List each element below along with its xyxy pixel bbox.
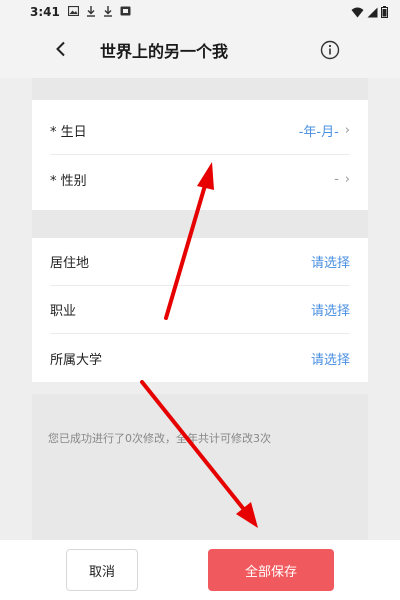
save-all-button[interactable]: 全部保存	[208, 549, 334, 591]
residence-value: 请选择	[310, 256, 350, 271]
edit-count-section: 您已成功进行了0次修改，全年共计可修改3次	[32, 394, 368, 540]
occupation-value: 请选择	[310, 304, 350, 319]
status-time: 3:41	[30, 5, 60, 19]
cancel-button[interactable]: 取消	[66, 549, 138, 591]
chevron-left-icon	[56, 41, 65, 57]
chevron-right-icon: ›	[344, 171, 350, 187]
residence-row[interactable]: 居住地 请选择	[50, 238, 350, 286]
bottom-action-bar: 取消 全部保存	[0, 540, 400, 600]
info-button[interactable]	[316, 36, 344, 64]
download-icon	[103, 5, 113, 19]
section-spacer	[32, 210, 368, 238]
gender-value-text: -	[334, 171, 339, 187]
optional-info-card: 居住地 请选择 职业 请选择 所属大学 请选择	[32, 238, 368, 382]
university-value: 请选择	[310, 352, 350, 368]
gender-value: - ›	[334, 172, 350, 187]
section-spacer	[32, 78, 368, 100]
gender-label: * 性别	[50, 173, 87, 189]
occupation-label: 职业	[50, 304, 77, 319]
chevron-right-icon: ›	[344, 123, 350, 138]
page-title: 世界上的另一个我	[100, 42, 229, 61]
occupation-row[interactable]: 职业 请选择	[50, 286, 350, 334]
birthday-value: -年-月- ›	[299, 121, 350, 140]
app-header: 世界上的另一个我	[0, 24, 400, 78]
battery-icon	[381, 6, 388, 18]
status-bar: 3:41	[0, 0, 400, 24]
edit-count-note: 您已成功进行了0次修改，全年共计可修改3次	[48, 432, 271, 445]
info-circle-icon	[320, 40, 340, 60]
university-row[interactable]: 所属大学 请选择	[50, 334, 350, 382]
birthday-label: * 生日	[50, 125, 87, 140]
wifi-icon	[351, 7, 364, 17]
download-icon	[86, 5, 96, 19]
birthday-value-text: -年-月-	[298, 125, 339, 140]
signal-icon	[367, 7, 378, 17]
status-right	[351, 6, 388, 18]
university-label: 所属大学	[50, 352, 103, 368]
required-info-card: * 生日 -年-月- › * 性别 - ›	[32, 100, 368, 210]
birthday-row[interactable]: * 生日 -年-月- ›	[50, 107, 350, 155]
gender-row[interactable]: * 性别 - ›	[50, 155, 350, 203]
back-button[interactable]	[46, 34, 76, 64]
residence-label: 居住地	[50, 256, 90, 271]
app-icon	[120, 6, 131, 18]
image-icon	[67, 5, 79, 18]
